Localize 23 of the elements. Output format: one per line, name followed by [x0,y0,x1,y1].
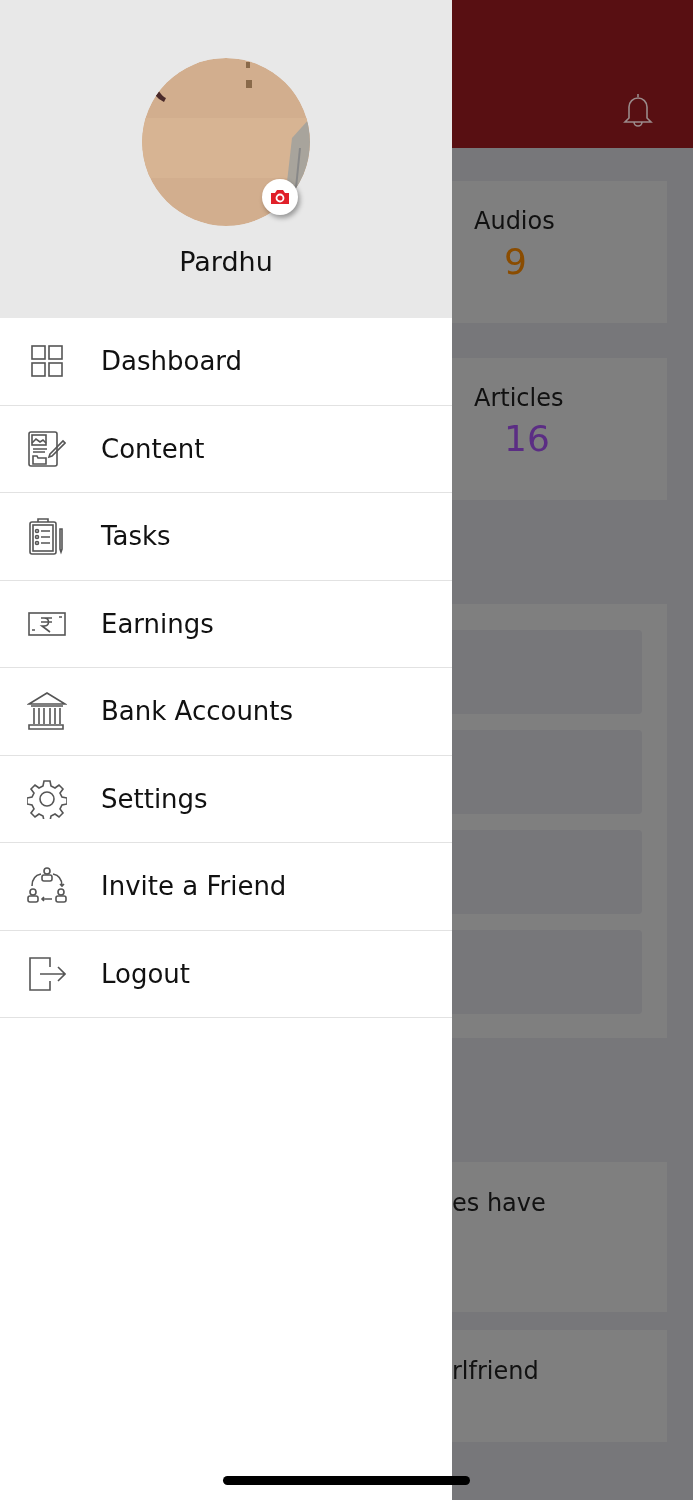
stat-value: 9 [503,241,528,282]
menu-item[interactable]: Invite a Friend [0,843,452,931]
user-name: Pardhu [179,246,273,277]
grid-icon [30,345,63,378]
stat-label: Audios [474,207,556,235]
bell-icon[interactable] [620,92,656,128]
post-title: es have [452,1189,546,1217]
post-title: rlfriend [452,1357,539,1385]
menu-item[interactable]: Bank Accounts [0,668,452,756]
menu-item[interactable]: Settings [0,755,452,843]
camera-icon [270,189,290,205]
menu-item[interactable]: Dashboard [0,318,452,406]
menu-item[interactable]: Earnings [0,580,452,668]
clipboard-checklist-icon [28,517,65,556]
menu-item[interactable]: Content [0,405,452,493]
menu-item[interactable]: Tasks [0,493,452,581]
bank-icon [26,691,67,732]
settings-icon [26,778,67,819]
stat-value: 16 [503,418,551,459]
stat-label: Articles [474,384,565,412]
logout-icon [27,955,66,992]
rupee-note-icon [27,611,66,636]
document-pencil-icon [27,429,66,468]
